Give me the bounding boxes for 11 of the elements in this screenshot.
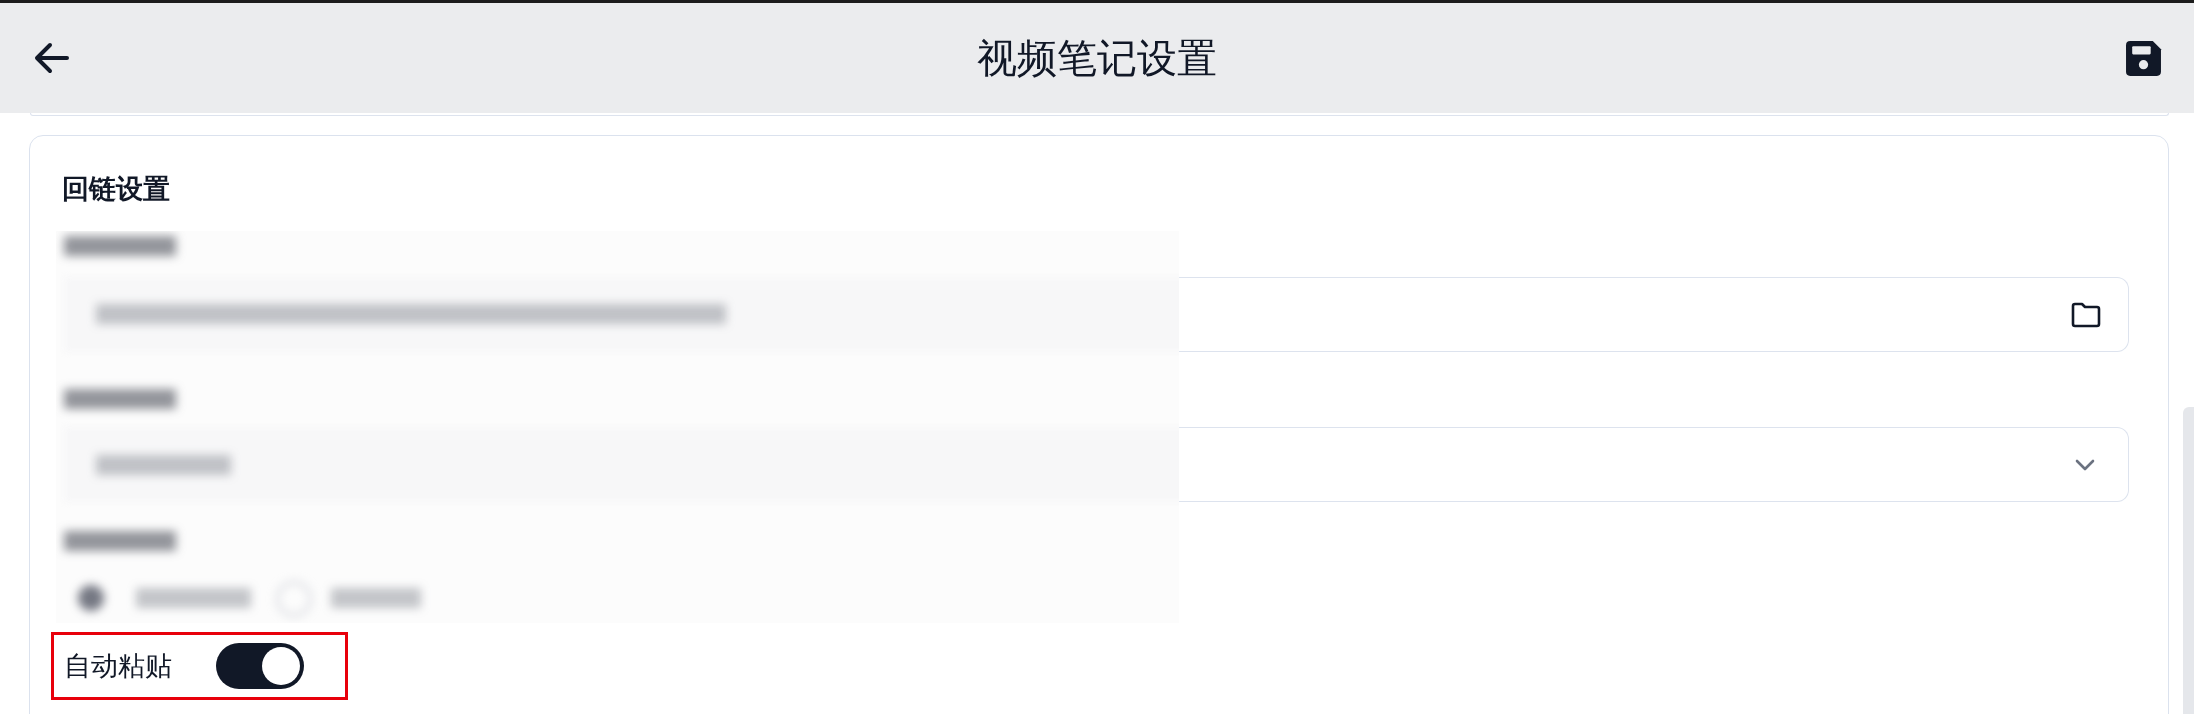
section-title: 回链设置 <box>62 172 170 206</box>
save-icon[interactable] <box>2125 39 2162 77</box>
scrollbar-thumb[interactable] <box>2183 407 2194 714</box>
chevron-down-icon[interactable] <box>2075 458 2095 471</box>
folder-icon[interactable] <box>2071 301 2101 328</box>
toggle-switch[interactable] <box>216 643 304 689</box>
auto-paste-label: 自动粘贴 <box>64 649 172 683</box>
select-field[interactable] <box>1179 427 2129 502</box>
page-title: 视频笔记设置 <box>977 34 1217 82</box>
back-icon[interactable] <box>34 42 70 74</box>
input-field[interactable] <box>1179 277 2129 352</box>
